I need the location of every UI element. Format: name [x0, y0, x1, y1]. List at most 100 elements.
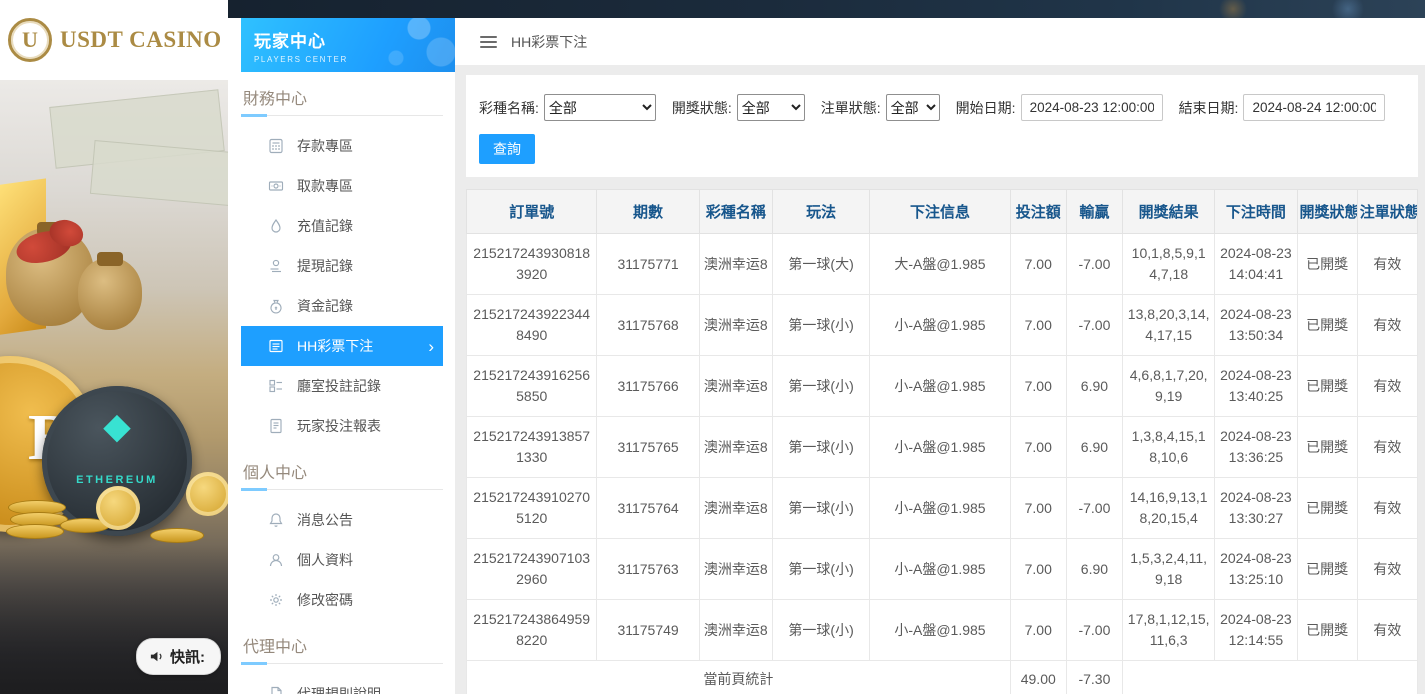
news-ticker-button[interactable]: 快訊: — [136, 638, 221, 675]
gear-icon — [268, 592, 284, 608]
sidebar-item-announcements[interactable]: 消息公告 — [241, 500, 443, 540]
money-bag-graphic — [78, 258, 142, 330]
gold-coin-graphic — [150, 528, 204, 543]
filter-panel: 彩種名稱: 全部 開獎狀態: 全部 注單狀態: 全部 開始日期: 結束日期: 查… — [466, 75, 1418, 177]
cell-bet_info: 小-A盤@1.985 — [870, 417, 1010, 478]
sidebar-item-label: 資金記錄 — [297, 296, 353, 316]
cell-draw_status: 已開獎 — [1297, 417, 1357, 478]
ethereum-icon: ◆ — [42, 408, 192, 444]
cell-draw_status: 已開獎 — [1297, 539, 1357, 600]
table-header-row: 訂單號期數彩種名稱玩法下注信息投注額輸贏開獎結果下注時間開獎狀態注單狀態 — [467, 190, 1418, 234]
cell-play: 第一球(小) — [772, 417, 869, 478]
sidebar-item-hh-lottery-bets[interactable]: HH彩票下注› — [241, 326, 443, 366]
sidebar-item-label: 修改密碼 — [297, 590, 353, 610]
banknote-icon — [268, 178, 284, 194]
sidebar-item-label: 取款專區 — [297, 176, 353, 196]
cell-bet_status: 有效 — [1357, 600, 1417, 661]
left-panel: U USDT CASINO B ◆ ETHEREUM 快訊: — [0, 0, 228, 694]
table-row: 215217243907103296031175763澳洲幸运8第一球(小)小-… — [467, 539, 1418, 600]
section-heading-agent: 代理中心 — [241, 620, 443, 664]
column-header-bet_time: 下注時間 — [1215, 190, 1297, 234]
start-date-label: 開始日期: — [956, 98, 1016, 118]
cell-draw_status: 已開獎 — [1297, 234, 1357, 295]
section-heading-personal: 個人中心 — [241, 446, 443, 490]
main-content: HH彩票下注 彩種名稱: 全部 開獎狀態: 全部 注單狀態: 全部 開始日期: … — [455, 18, 1425, 694]
cell-bet_time: 2024-08-23 13:40:25 — [1215, 356, 1297, 417]
speaker-icon — [149, 649, 164, 664]
cell-order_id: 2152172439223448490 — [467, 295, 597, 356]
column-header-draw_result: 開獎結果 — [1123, 190, 1215, 234]
sidebar-item-funds-records[interactable]: 資金記錄 — [241, 286, 443, 326]
table-row: 215217243916256585031175766澳洲幸运8第一球(小)小-… — [467, 356, 1418, 417]
sidebar-item-label: 消息公告 — [297, 510, 353, 530]
table-row: 215217243913857133031175765澳洲幸运8第一球(小)小-… — [467, 417, 1418, 478]
column-header-draw_status: 開獎狀態 — [1297, 190, 1357, 234]
summary-label: 當前頁統計 — [467, 661, 1011, 694]
cell-play: 第一球(小) — [772, 539, 869, 600]
start-date-input[interactable] — [1021, 94, 1163, 121]
sidebar-title: 玩家中心 — [254, 27, 455, 52]
cell-play: 第一球(小) — [772, 600, 869, 661]
cell-bet_status: 有效 — [1357, 356, 1417, 417]
cell-lottery: 澳洲幸运8 — [699, 295, 772, 356]
table-row: 215217243930818392031175771澳洲幸运8第一球(大)大-… — [467, 234, 1418, 295]
hamburger-menu-icon[interactable] — [480, 36, 497, 48]
sidebar-item-player-bet-report[interactable]: 玩家投注報表 — [241, 406, 443, 446]
sidebar-item-label: HH彩票下注 — [297, 336, 373, 356]
cell-draw_result: 10,1,8,5,9,14,7,18 — [1123, 234, 1215, 295]
gold-coin-graphic — [6, 524, 64, 539]
report-icon — [268, 418, 284, 434]
sidebar-item-label: 提現記錄 — [297, 256, 353, 276]
cell-win_loss: 6.90 — [1066, 417, 1122, 478]
draw-status-select[interactable]: 全部 — [737, 94, 805, 121]
cell-draw_status: 已開獎 — [1297, 295, 1357, 356]
sidebar-item-withdrawal-records[interactable]: 提現記錄 — [241, 246, 443, 286]
cell-draw_result: 17,8,1,12,15,11,6,3 — [1123, 600, 1215, 661]
cell-bet_info: 小-A盤@1.985 — [870, 356, 1010, 417]
column-header-bet_status: 注單狀態 — [1357, 190, 1417, 234]
cell-order_id: 2152172439162565850 — [467, 356, 597, 417]
cell-bet_amount: 7.00 — [1010, 295, 1066, 356]
column-header-lottery: 彩種名稱 — [699, 190, 772, 234]
end-date-input[interactable] — [1243, 94, 1385, 121]
cell-period: 31175764 — [597, 478, 699, 539]
cell-bet_info: 小-A盤@1.985 — [870, 295, 1010, 356]
sidebar-item-label: 廳室投註記錄 — [297, 376, 381, 396]
cell-lottery: 澳洲幸运8 — [699, 539, 772, 600]
cell-draw_result: 4,6,8,1,7,20,9,19 — [1123, 356, 1215, 417]
cell-order_id: 2152172439308183920 — [467, 234, 597, 295]
bet-status-select[interactable]: 全部 — [886, 94, 940, 121]
bets-table-panel: 訂單號期數彩種名稱玩法下注信息投注額輸贏開獎結果下注時間開獎狀態注單狀態 215… — [466, 189, 1418, 694]
sidebar-item-agent-rules[interactable]: 代理規則說明 — [241, 674, 443, 694]
cell-order_id: 2152172438649598220 — [467, 600, 597, 661]
lottery-name-select[interactable]: 全部 — [544, 94, 656, 121]
ethereum-label: ETHEREUM — [42, 474, 192, 486]
sidebar-item-profile[interactable]: 個人資料 — [241, 540, 443, 580]
cell-period: 31175768 — [597, 295, 699, 356]
cell-draw_result: 1,3,8,4,15,18,10,6 — [1123, 417, 1215, 478]
bell-icon — [268, 512, 284, 528]
sidebar-item-room-bet-records[interactable]: 廳室投註記錄 — [241, 366, 443, 406]
sidebar-item-recharge-records[interactable]: 充值記錄 — [241, 206, 443, 246]
cell-draw_result: 14,16,9,13,18,20,15,4 — [1123, 478, 1215, 539]
table-row: 215217243864959822031175749澳洲幸运8第一球(小)小-… — [467, 600, 1418, 661]
funds-icon — [268, 298, 284, 314]
sidebar-item-deposit-area[interactable]: 存款專區 — [241, 126, 443, 166]
cell-draw_result: 1,5,3,2,4,11,9,18 — [1123, 539, 1215, 600]
query-button[interactable]: 查詢 — [479, 134, 535, 164]
sidebar-item-withdraw-area[interactable]: 取款專區 — [241, 166, 443, 206]
document-icon — [268, 686, 284, 694]
table-row: 215217243922344849031175768澳洲幸运8第一球(小)小-… — [467, 295, 1418, 356]
cell-play: 第一球(大) — [772, 234, 869, 295]
sidebar-item-change-password[interactable]: 修改密碼 — [241, 580, 443, 620]
cell-bet_status: 有效 — [1357, 417, 1417, 478]
sidebar-item-label: 充值記錄 — [297, 216, 353, 236]
cell-bet_time: 2024-08-23 13:25:10 — [1215, 539, 1297, 600]
cell-period: 31175749 — [597, 600, 699, 661]
cell-win_loss: 6.90 — [1066, 356, 1122, 417]
cell-play: 第一球(小) — [772, 478, 869, 539]
column-header-order_id: 訂單號 — [467, 190, 597, 234]
cell-bet_info: 大-A盤@1.985 — [870, 234, 1010, 295]
cell-bet_amount: 7.00 — [1010, 539, 1066, 600]
cell-period: 31175766 — [597, 356, 699, 417]
